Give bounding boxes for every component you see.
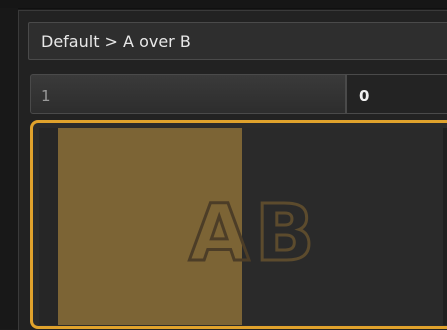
left-value-text: 1: [41, 87, 51, 105]
logo-letter-a: A: [189, 189, 249, 279]
breadcrumb[interactable]: Default > A over B: [28, 22, 447, 60]
right-value-field[interactable]: 0: [346, 74, 447, 114]
preview-edge: [443, 128, 447, 325]
right-value-text: 0: [359, 87, 370, 105]
breadcrumb-text: Default > A over B: [41, 32, 191, 51]
logo-letter-b: B: [255, 189, 314, 279]
left-value-field[interactable]: 1: [30, 74, 346, 114]
top-strip: [0, 0, 447, 9]
preset-preview[interactable]: B A: [30, 120, 447, 329]
side-strip: [0, 8, 18, 329]
preview-inner: B A: [39, 128, 447, 325]
a-over-b-icon: B A: [188, 188, 316, 281]
field-row: 1 0: [30, 74, 447, 114]
